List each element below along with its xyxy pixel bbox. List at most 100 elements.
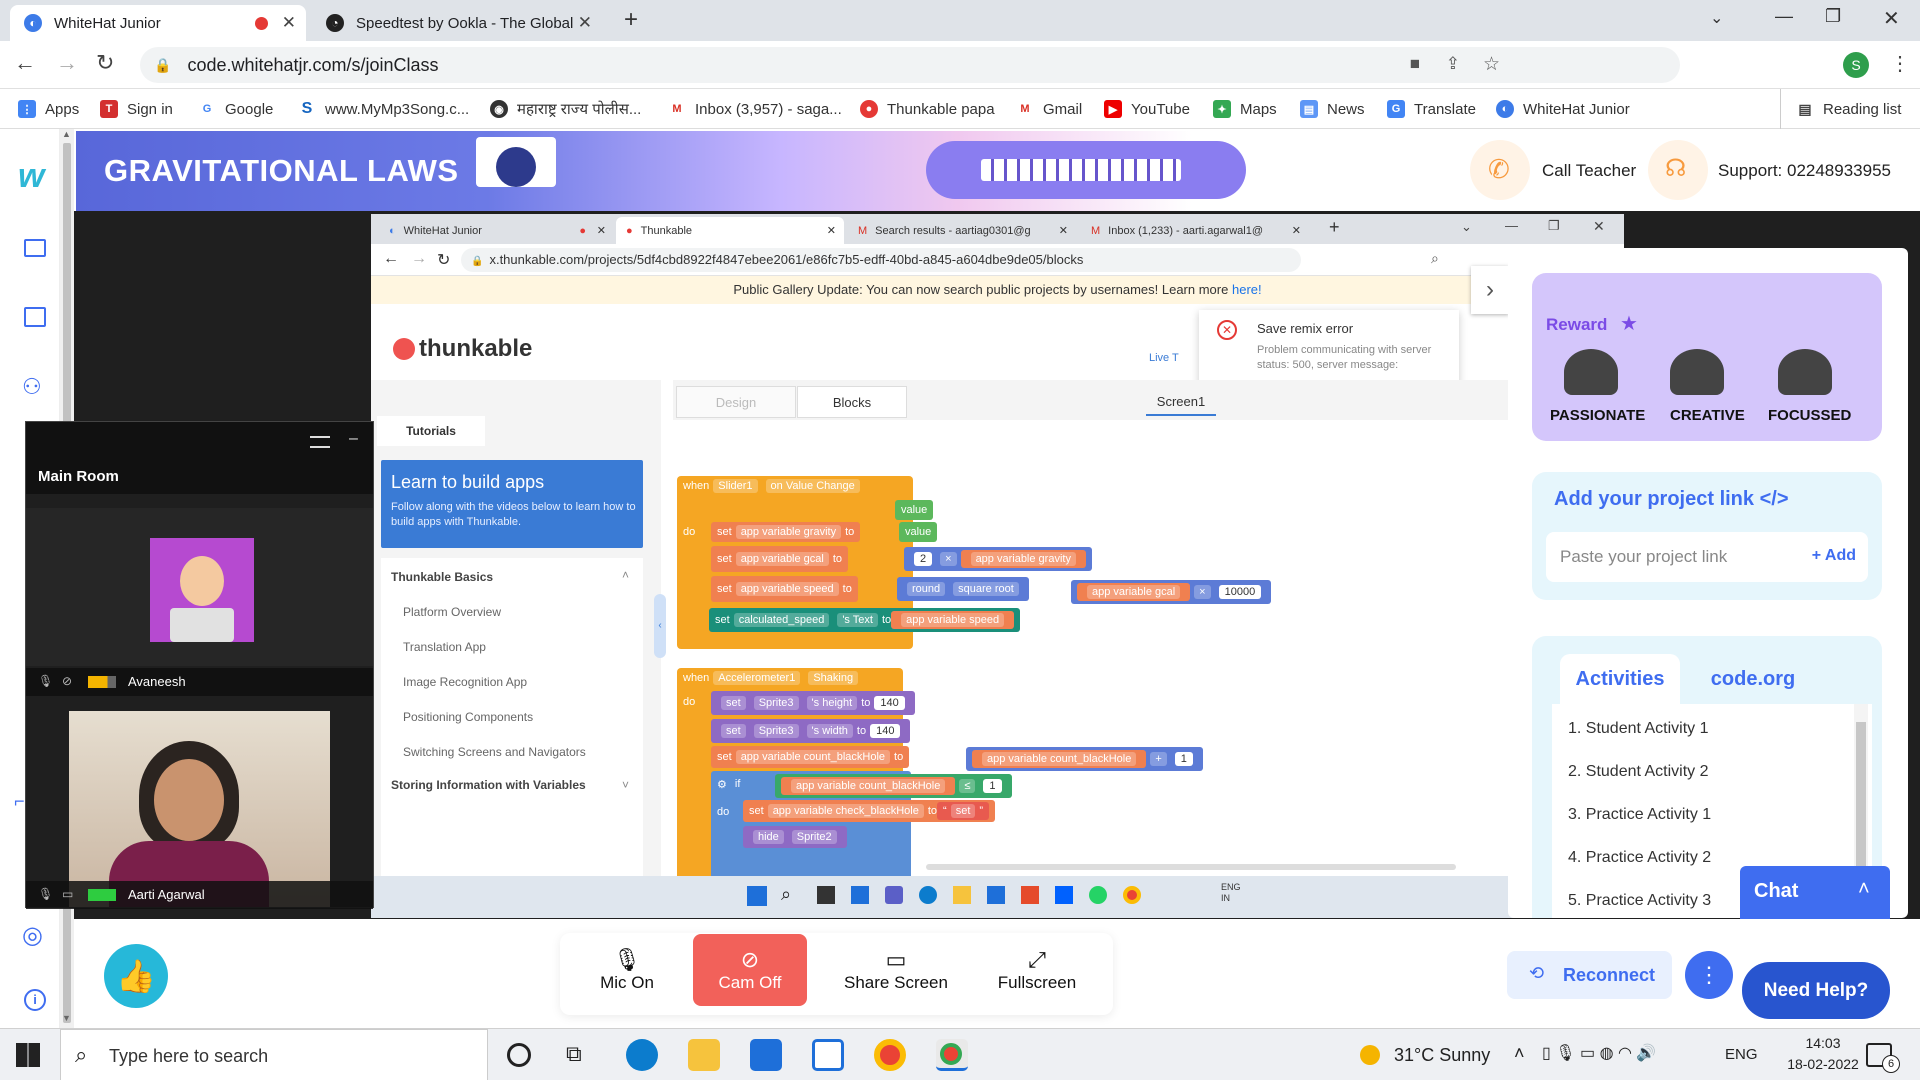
- reconnect-button[interactable]: ⟲ Reconnect: [1507, 951, 1672, 999]
- close-tab-icon[interactable]: ✕: [282, 13, 296, 33]
- weather-text[interactable]: 31°C Sunny: [1394, 1045, 1490, 1066]
- taskview-icon: [817, 886, 835, 904]
- thumbs-up-button[interactable]: 👍: [104, 944, 168, 1008]
- bookmark-gmail[interactable]: M Gmail: [1016, 89, 1082, 129]
- chrome-profile-icon[interactable]: [936, 1039, 968, 1071]
- bookmark-thunkable[interactable]: ● Thunkable papa: [860, 89, 995, 129]
- taskbar-search[interactable]: ⌕ Type here to search: [60, 1029, 488, 1080]
- classes-icon[interactable]: [24, 239, 46, 257]
- add-link-button[interactable]: + Add: [1812, 547, 1856, 565]
- clock-date[interactable]: 18-02-2022: [1781, 1056, 1865, 1072]
- reading-list[interactable]: ▤ Reading list: [1796, 89, 1901, 129]
- minimize-icon: —: [1505, 218, 1518, 233]
- bookmark-apps[interactable]: ⋮ Apps: [18, 89, 79, 129]
- bookmark-maps[interactable]: ✦ Maps: [1213, 89, 1277, 129]
- url-input[interactable]: 🔒 code.whitehatjr.com/s/joinClass ■ ⇪ ☆: [140, 47, 1680, 83]
- tab-search-icon[interactable]: ⌄: [1710, 8, 1723, 28]
- bookmark-youtube[interactable]: ▶ YouTube: [1104, 89, 1190, 129]
- edge-icon[interactable]: [626, 1039, 658, 1071]
- tutorials-tab: Tutorials: [377, 416, 485, 446]
- focussed-badge-icon: [1778, 349, 1832, 395]
- shared-tab-active: ● Thunkable ✕: [616, 217, 844, 244]
- activity-item[interactable]: 3. Practice Activity 1: [1568, 806, 1711, 824]
- shared-tab-bar: ◐ WhiteHat Junior ● ✕ ● Thunkable ✕ M Search r…: [371, 214, 1624, 244]
- right-panel: Reward ★ PASSIONATE CREATIVE FOCUSSED Ad…: [1508, 248, 1908, 918]
- mic-icon: 🎙: [38, 674, 54, 688]
- chrome-icon[interactable]: [874, 1039, 906, 1071]
- bookmark-sign-in[interactable]: T Sign in: [100, 89, 173, 129]
- tile-label-bar: 🎙 ▭ Aarti Agarwal: [26, 881, 373, 909]
- bookmark-inbox[interactable]: M Inbox (3,957) - saga...: [668, 89, 842, 129]
- support-button[interactable]: ☊: [1648, 140, 1708, 200]
- folder-icon[interactable]: [688, 1039, 720, 1071]
- tray-chevron-icon[interactable]: ˄: [1514, 1043, 1525, 1064]
- banner-keys: [981, 159, 1181, 181]
- cortana-icon[interactable]: [507, 1043, 531, 1067]
- room-title: Main Room: [38, 468, 119, 485]
- activity-item[interactable]: 1. Student Activity 1: [1568, 720, 1709, 738]
- chat-button[interactable]: Chat ˄: [1740, 866, 1890, 919]
- profile-icon[interactable]: ◎: [22, 921, 43, 950]
- profile-avatar[interactable]: S: [1843, 52, 1869, 78]
- start-icon[interactable]: [16, 1043, 40, 1067]
- minimize-panel-icon[interactable]: –: [349, 430, 358, 448]
- support-label[interactable]: Support: 02248933955: [1718, 161, 1891, 181]
- bookmark-police[interactable]: ◉ महाराष्ट्र राज्य पोलीस...: [490, 89, 641, 129]
- tab-blocks: Blocks: [797, 386, 907, 418]
- layout-icon[interactable]: [310, 436, 330, 448]
- tab-code-org[interactable]: code.org: [1698, 654, 1808, 704]
- class-banner: GRAVITATIONAL LAWS: [76, 131, 1251, 211]
- task-view-icon[interactable]: ⧉: [566, 1041, 582, 1067]
- tab-speedtest[interactable]: ◔ Speedtest by Ookla - The Global ✕: [312, 5, 602, 41]
- tab-screen1: Screen1: [1146, 388, 1216, 416]
- share-screen-button[interactable]: ▭ Share Screen: [836, 934, 956, 1006]
- headset-icon: ☊: [1665, 155, 1687, 182]
- scrollbar-thumb[interactable]: [1856, 722, 1866, 872]
- close-tab-icon[interactable]: ✕: [578, 13, 592, 33]
- book-icon[interactable]: [24, 307, 46, 327]
- bookmark-news[interactable]: ▤ News: [1300, 89, 1365, 129]
- bookmark-translate[interactable]: G Translate: [1387, 89, 1476, 129]
- activity-icon[interactable]: ⚇: [22, 374, 42, 400]
- scroll-down-icon[interactable]: ▼: [62, 1013, 71, 1023]
- camera-button[interactable]: ⊘ Cam Off: [693, 934, 807, 1006]
- restore-icon[interactable]: ❐: [1825, 6, 1841, 27]
- badge-focussed: FOCUSSED: [1768, 407, 1852, 424]
- need-help-button[interactable]: Need Help?: [1742, 962, 1890, 1019]
- new-tab-icon[interactable]: +: [624, 6, 638, 34]
- app-icon[interactable]: [812, 1039, 844, 1071]
- bookmark-whitehat[interactable]: ◐ WhiteHat Junior: [1496, 89, 1630, 129]
- shared-url: 🔒 x.thunkable.com/projects/5df4cbd8922f48…: [461, 248, 1301, 272]
- minimize-icon[interactable]: —: [1775, 6, 1793, 27]
- mic-button[interactable]: 🎙 Mic On: [580, 934, 674, 1006]
- tray-icons[interactable]: ▯ 🎙 ▭ ◍ ◠ 🔊: [1542, 1043, 1656, 1063]
- project-link-input[interactable]: Paste your project link + Add: [1546, 532, 1868, 582]
- tab-activities[interactable]: Activities: [1560, 654, 1680, 704]
- activity-item[interactable]: 2. Student Activity 2: [1568, 763, 1709, 781]
- star-icon: ★: [1620, 313, 1638, 335]
- activity-item[interactable]: 4. Practice Activity 2: [1568, 849, 1711, 867]
- camera-blocked-icon[interactable]: ■: [1410, 54, 1420, 74]
- bookmark-mymp3song[interactable]: Swww.MyMp3Song.c...: [298, 89, 469, 129]
- bookmark-google[interactable]: G Google: [198, 89, 273, 129]
- call-teacher-label[interactable]: Call Teacher: [1542, 161, 1636, 181]
- edge-icon: [919, 886, 937, 904]
- call-teacher-button[interactable]: ✆: [1470, 140, 1530, 200]
- star-icon[interactable]: ☆: [1483, 53, 1500, 76]
- scroll-up-icon[interactable]: ▲: [62, 129, 71, 139]
- close-window-icon[interactable]: ✕: [1883, 6, 1900, 31]
- back-icon[interactable]: ←: [14, 50, 36, 76]
- activity-item[interactable]: 5. Practice Activity 3: [1568, 892, 1711, 910]
- tab-whitehat[interactable]: ◐ WhiteHat Junior ✕: [10, 5, 306, 41]
- menu-icon[interactable]: ⋮: [1890, 51, 1910, 76]
- language-indicator[interactable]: ENG: [1725, 1046, 1758, 1063]
- reload-icon[interactable]: ↻: [96, 50, 114, 76]
- weather-icon: [1360, 1045, 1380, 1065]
- share-icon[interactable]: ⇪: [1446, 54, 1460, 74]
- info-icon[interactable]: i: [24, 989, 46, 1011]
- more-options-button[interactable]: ⋮: [1685, 951, 1733, 999]
- fullscreen-button[interactable]: ⤢ Fullscreen: [982, 934, 1092, 1006]
- forward-icon[interactable]: →: [56, 50, 78, 76]
- mail-icon[interactable]: [750, 1039, 782, 1071]
- clock-time[interactable]: 14:03: [1788, 1035, 1858, 1051]
